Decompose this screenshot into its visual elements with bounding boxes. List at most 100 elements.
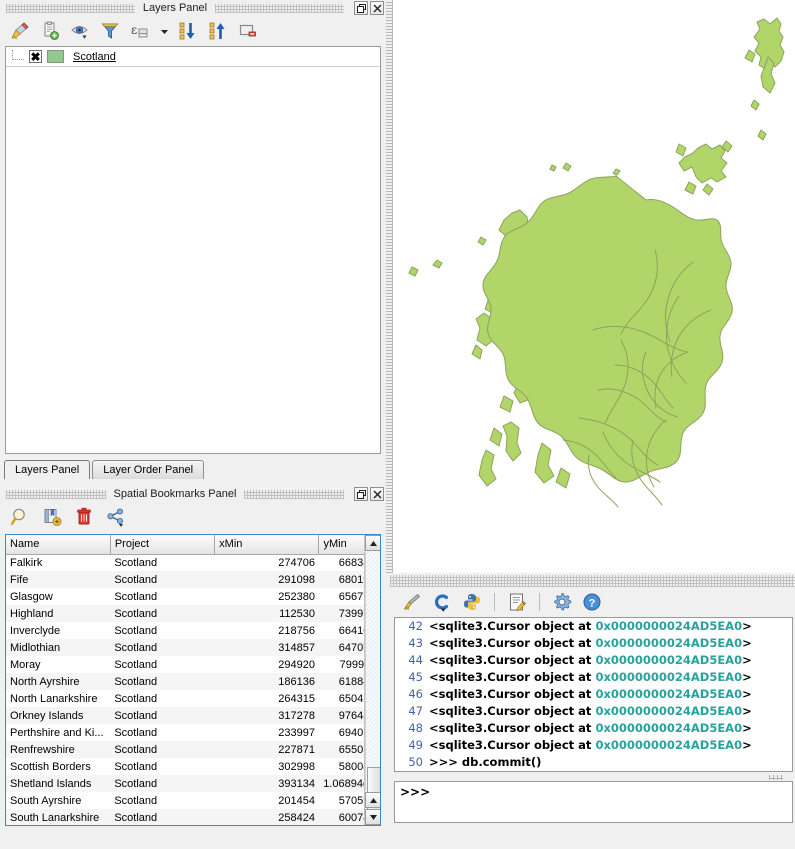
editor-icon[interactable] bbox=[505, 590, 529, 614]
layer-visibility-checkbox[interactable]: ✖ bbox=[29, 50, 42, 63]
table-row[interactable]: Perthshire and Ki... Scotland 233997 694033 bbox=[6, 724, 380, 741]
titlebar-grip-left bbox=[6, 489, 106, 499]
line-number: 49 bbox=[408, 738, 423, 752]
layer-item-scotland[interactable]: ✖ Scotland bbox=[6, 47, 380, 67]
line-tail: > bbox=[742, 721, 752, 735]
qgis-main-window: Layers Panel ε ✖ Scotland Layers Panel L… bbox=[0, 0, 795, 849]
tab-layers-panel[interactable]: Layers Panel bbox=[4, 460, 91, 479]
bookmarks-panel-titlebar[interactable]: Spatial Bookmarks Panel bbox=[0, 486, 386, 502]
add-group-icon[interactable] bbox=[38, 19, 62, 43]
scroll-up-step-icon[interactable] bbox=[365, 792, 380, 808]
table-row[interactable]: Shetland Islands Scotland 393134 1.06894e+ bbox=[6, 775, 380, 792]
bookmarks-table-container[interactable]: Name Project xMin yMin Falkirk Scotland 27… bbox=[5, 534, 381, 826]
python-console-output[interactable]: 41<sqlite3.Cursor object at 0x0000000024… bbox=[394, 617, 793, 772]
share-icon[interactable] bbox=[104, 505, 128, 529]
help-icon[interactable]: ? bbox=[580, 590, 604, 614]
table-row[interactable]: Midlothian Scotland 314857 647070 bbox=[6, 639, 380, 656]
table-row[interactable]: Inverclyde Scotland 218756 664103 bbox=[6, 622, 380, 639]
table-row[interactable]: South Ayrshire Scotland 201454 570598 bbox=[6, 792, 380, 809]
map-canvas[interactable] bbox=[392, 0, 795, 573]
expand-all-icon[interactable] bbox=[176, 19, 200, 43]
cell-project: Scotland bbox=[114, 590, 158, 603]
cell-xmin: 314857 bbox=[214, 639, 319, 656]
cell-project: Scotland bbox=[114, 794, 158, 807]
filter-icon[interactable] bbox=[98, 19, 122, 43]
cell-name: North Ayrshire bbox=[6, 673, 111, 690]
table-row[interactable]: Highland Scotland 112530 739971 bbox=[6, 605, 380, 622]
paintbrush-icon[interactable] bbox=[8, 19, 32, 43]
scrollbar-track[interactable] bbox=[365, 552, 380, 813]
add-bookmark-icon[interactable] bbox=[40, 505, 64, 529]
cell-xmin: 201454 bbox=[278, 794, 315, 807]
cell-xmin: 317278 bbox=[214, 707, 319, 724]
table-row[interactable]: Glasgow Scotland 252380 656778 bbox=[6, 588, 380, 605]
tab-layer-order-panel[interactable]: Layer Order Panel bbox=[92, 460, 205, 479]
cell-xmin: 258424 bbox=[214, 809, 319, 825]
cell-xmin: 264315 bbox=[278, 692, 315, 705]
gear-icon[interactable] bbox=[550, 590, 574, 614]
spatial-bookmarks-panel: Spatial Bookmarks Panel Name Project xMi… bbox=[0, 486, 386, 849]
python-console-toolbar: ? bbox=[390, 589, 795, 615]
cell-xmin: 302998 bbox=[278, 760, 315, 773]
table-row[interactable]: Fife Scotland 291098 680190 bbox=[6, 571, 380, 588]
memory-address: 0x0000000024AD5EA0 bbox=[595, 670, 743, 684]
table-row[interactable]: Orkney Islands Scotland 317278 976482 bbox=[6, 707, 380, 724]
cell-xmin: 218756 bbox=[278, 624, 315, 637]
cell-xmin: 252380 bbox=[278, 590, 315, 603]
close-icon[interactable] bbox=[370, 1, 384, 15]
table-row[interactable]: Falkirk Scotland 274706 668384 bbox=[6, 554, 380, 571]
line-text: <sqlite3.Cursor object at bbox=[429, 653, 596, 667]
layer-item-label[interactable]: Scotland bbox=[73, 51, 116, 63]
cell-name: Inverclyde bbox=[10, 624, 61, 637]
cell-name: Falkirk bbox=[10, 556, 43, 569]
table-row[interactable]: North Ayrshire Scotland 186136 618849 bbox=[6, 673, 380, 690]
cell-name: Scottish Borders bbox=[10, 760, 91, 773]
import-class-icon[interactable] bbox=[430, 590, 454, 614]
cell-name: Shetland Islands bbox=[6, 775, 111, 792]
eye-icon[interactable] bbox=[68, 19, 92, 43]
column-header-xmin[interactable]: xMin bbox=[214, 535, 320, 555]
python-run-icon[interactable] bbox=[460, 590, 484, 614]
table-row[interactable]: Moray Scotland 294920 799911 bbox=[6, 656, 380, 673]
line-number: 43 bbox=[408, 636, 423, 650]
epsilon-icon[interactable]: ε bbox=[128, 19, 152, 43]
scroll-up-icon[interactable] bbox=[365, 535, 380, 551]
cell-xmin: 274706 bbox=[278, 556, 315, 569]
cell-xmin: 186136 bbox=[214, 673, 319, 690]
bookmarks-vertical-scrollbar[interactable] bbox=[364, 535, 380, 825]
cell-project: Scotland bbox=[114, 658, 158, 671]
layers-panel: Layers Panel ε ✖ Scotland bbox=[0, 0, 386, 460]
console-output-line: 44 <sqlite3.Cursor object at 0x0000000024… bbox=[395, 652, 792, 669]
console-splitter[interactable] bbox=[394, 774, 793, 781]
column-header-project[interactable]: Project bbox=[110, 535, 216, 555]
table-row[interactable]: Scottish Borders Scotland 302998 580088 bbox=[6, 758, 380, 775]
python-console-input[interactable]: >>> bbox=[394, 781, 793, 823]
line-text: <sqlite3.Cursor object at bbox=[429, 670, 596, 684]
cell-xmin: 294920 bbox=[278, 658, 315, 671]
collapse-all-icon[interactable] bbox=[206, 19, 230, 43]
column-header-name[interactable]: Name bbox=[6, 535, 111, 555]
remove-layer-icon[interactable] bbox=[236, 19, 260, 43]
broom-icon[interactable] bbox=[400, 590, 424, 614]
memory-address: 0x0000000024AD5EA0 bbox=[595, 704, 743, 718]
titlebar-grip-left bbox=[6, 3, 135, 13]
memory-address: 0x0000000024AD5EA0 bbox=[595, 653, 743, 667]
float-icon[interactable] bbox=[354, 487, 368, 501]
python-console-titlebar[interactable] bbox=[390, 575, 795, 587]
console-prompt: >>> bbox=[400, 785, 431, 799]
console-output-line: 42 <sqlite3.Cursor object at 0x0000000024… bbox=[395, 618, 792, 635]
table-row[interactable]: Renfrewshire Scotland 227871 655037 bbox=[6, 741, 380, 758]
table-row[interactable]: North Lanarkshire Scotland 264315 650423 bbox=[6, 690, 380, 707]
memory-address: 0x0000000024AD5EA0 bbox=[595, 738, 743, 752]
magnifier-icon[interactable] bbox=[8, 505, 32, 529]
layers-panel-titlebar[interactable]: Layers Panel bbox=[0, 0, 386, 16]
chevron-down-icon[interactable] bbox=[158, 19, 170, 43]
table-row[interactable]: South Lanarkshire Scotland 258424 600740 bbox=[6, 809, 380, 825]
layers-tree[interactable]: ✖ Scotland bbox=[5, 46, 381, 454]
tree-branch-icon bbox=[12, 49, 24, 60]
scroll-down-icon[interactable] bbox=[365, 809, 380, 825]
float-icon[interactable] bbox=[354, 1, 368, 15]
trash-icon[interactable] bbox=[72, 505, 96, 529]
close-icon[interactable] bbox=[370, 487, 384, 501]
cell-xmin: 227871 bbox=[214, 741, 319, 758]
